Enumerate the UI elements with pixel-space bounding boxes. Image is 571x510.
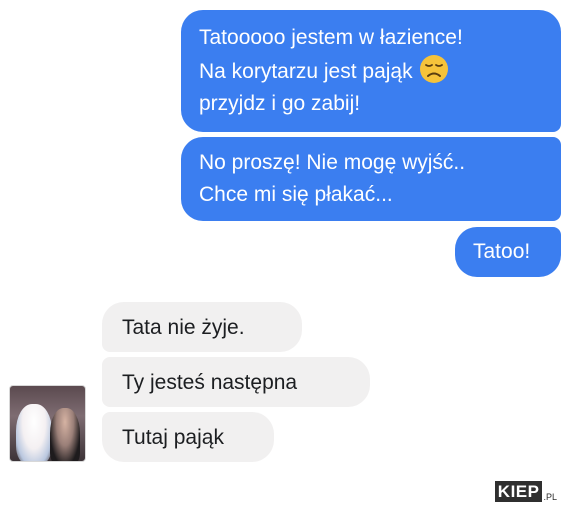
outgoing-message: Tatooooo jestem w łazience! Na korytarzu… bbox=[181, 10, 561, 132]
avatar[interactable] bbox=[9, 385, 86, 462]
message-line: Tatooooo jestem w łazience! bbox=[199, 26, 463, 49]
watermark-logo: KIEP .PL bbox=[494, 481, 557, 502]
incoming-message: Tata nie żyje. bbox=[102, 302, 302, 352]
incoming-message: Tutaj pająk bbox=[102, 412, 274, 462]
watermark-tld: .PL bbox=[543, 492, 557, 502]
message-text: Tutaj pająk bbox=[122, 426, 224, 449]
message-line: przyjdz i go zabij! bbox=[199, 92, 361, 115]
avatar-figure bbox=[16, 404, 52, 461]
message-line: No proszę! Nie mogę wyjść.. bbox=[199, 151, 466, 174]
message-line: Tatoo! bbox=[473, 240, 531, 263]
outgoing-message: No proszę! Nie mogę wyjść.. Chce mi się … bbox=[181, 137, 561, 221]
chat-window: Tatooooo jestem w łazience! Na korytarzu… bbox=[0, 0, 571, 510]
outgoing-message: Tatoo! bbox=[455, 227, 561, 277]
disappointed-face-icon bbox=[419, 55, 448, 83]
avatar-figure bbox=[50, 408, 80, 461]
message-text: Ty jesteś następna bbox=[122, 371, 298, 394]
watermark-brand: KIEP bbox=[494, 481, 543, 502]
incoming-message: Ty jesteś następna bbox=[102, 357, 370, 407]
message-text: Tata nie żyje. bbox=[122, 316, 245, 339]
message-line: Chce mi się płakać... bbox=[199, 183, 393, 206]
message-line: Na korytarzu jest pająk bbox=[199, 54, 543, 88]
